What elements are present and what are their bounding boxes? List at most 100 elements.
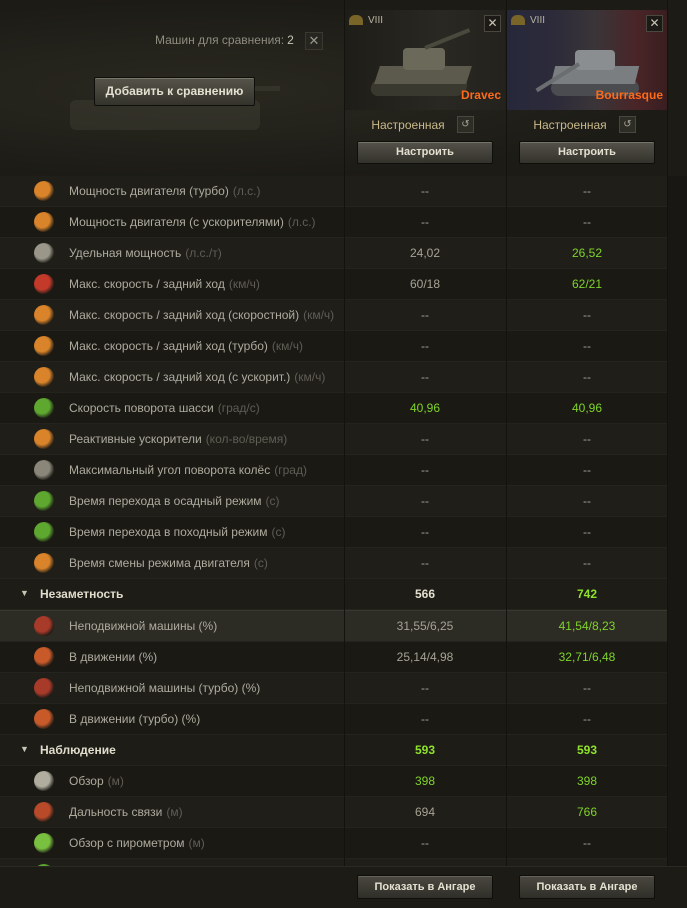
configure-button[interactable]: Настроить bbox=[519, 141, 655, 164]
row-label-text: Неподвижной машины (%) bbox=[69, 619, 218, 633]
show-in-hangar-button[interactable]: Показать в Ангаре bbox=[357, 875, 493, 899]
radio-range-icon bbox=[34, 802, 54, 822]
value-vehicle-2: 766 bbox=[576, 805, 598, 819]
row-label: Неподвижной машины (турбо) (%) bbox=[69, 681, 260, 695]
configure-button[interactable]: Настроить bbox=[357, 141, 493, 164]
compare-count-value: 2 bbox=[287, 33, 294, 47]
value-vehicle-1: 694 bbox=[414, 805, 436, 819]
clear-compare-button[interactable]: ✕ bbox=[305, 32, 323, 50]
row-unit: (с) bbox=[253, 556, 268, 570]
row-unit: (град) bbox=[274, 463, 307, 477]
add-to-compare-button[interactable]: Добавить к сравнению bbox=[94, 77, 255, 106]
value-vehicle-1: 593 bbox=[414, 743, 436, 757]
value-vehicle-1: -- bbox=[421, 184, 429, 198]
wheel-angle-icon bbox=[34, 460, 54, 480]
row-label-text: Макс. скорость / задний ход (с ускорит.) bbox=[69, 370, 291, 384]
row-label: Время смены режима двигателя (с) bbox=[69, 556, 268, 570]
value-part: -- bbox=[583, 712, 591, 726]
row-label: Дальность связи (м) bbox=[69, 805, 183, 819]
table-row: В движении (%) 25,14/4,98 32,71/6,48 bbox=[0, 642, 667, 673]
compare-count-text: Машин для сравнения: bbox=[155, 33, 285, 47]
tier-label: VIII bbox=[511, 15, 545, 26]
rocket-boost-icon bbox=[34, 429, 54, 449]
row-label: Обзор (м) bbox=[69, 774, 124, 788]
premium-badge-icon bbox=[511, 15, 525, 26]
row-label: В движении (турбо) (%) bbox=[69, 712, 200, 726]
vehicle-name: Bourrasque bbox=[595, 88, 663, 102]
config-label: Настроенная bbox=[371, 118, 445, 132]
speed-boost-icon bbox=[34, 367, 54, 387]
section-title: Незаметность bbox=[40, 587, 124, 601]
vehicle-image-1: VIII ✕ Dravec bbox=[345, 10, 505, 110]
row-label-text: Максимальный угол поворота колёс bbox=[69, 463, 271, 477]
row-label-text: Обзор с пирометром bbox=[69, 836, 185, 850]
scrollbar[interactable] bbox=[668, 176, 687, 866]
row-label-text: Время перехода в походный режим bbox=[69, 525, 268, 539]
value-vehicle-2: 62/21 bbox=[571, 277, 603, 291]
section-concealment[interactable]: ▼ Незаметность 566 742 bbox=[0, 579, 667, 610]
value-vehicle-1: 566 bbox=[414, 587, 436, 601]
chevron-down-icon[interactable]: ▼ bbox=[20, 588, 29, 598]
table-row: Скорость поворота шасси (град/с) 40,96 40,9… bbox=[0, 393, 667, 424]
row-label: Время перехода в осадный режим (с) bbox=[69, 494, 280, 508]
value-vehicle-1: 24,02 bbox=[409, 246, 441, 260]
row-unit: (км/ч) bbox=[271, 339, 303, 353]
value-vehicle-2: -- bbox=[583, 215, 591, 229]
view-range-icon bbox=[34, 771, 54, 791]
table-row: Обзор (м) 398 398 bbox=[0, 766, 667, 797]
table-row: Неподвижной машины (турбо) (%) -- -- bbox=[0, 673, 667, 704]
row-unit: (м) bbox=[188, 836, 205, 850]
row-label: Макс. скорость / задний ход (скоростной)… bbox=[69, 308, 334, 322]
value-vehicle-1: -- bbox=[421, 215, 429, 229]
chevron-down-icon[interactable]: ▼ bbox=[20, 744, 29, 754]
section-observation[interactable]: ▼ Наблюдение 593 593 bbox=[0, 735, 667, 766]
stationary-turbo-camo-icon bbox=[34, 678, 54, 698]
row-unit: (м) bbox=[107, 774, 124, 788]
row-unit: (град/с) bbox=[217, 401, 260, 415]
value-part: 41,54 bbox=[558, 619, 589, 633]
value-vehicle-1: -- bbox=[421, 463, 429, 477]
value-vehicle-2: 593 bbox=[576, 743, 598, 757]
value-vehicle-2: -- bbox=[583, 308, 591, 322]
value-vehicle-1: -- bbox=[421, 494, 429, 508]
reset-config-icon[interactable]: ↺ bbox=[457, 116, 474, 133]
value-vehicle-1: 398 bbox=[414, 774, 436, 788]
table-row: Время перехода в осадный режим (с) -- -- bbox=[0, 486, 667, 517]
moving-turbo-camo-icon bbox=[34, 709, 54, 729]
table-row: Удельная мощность (л.с./т) 24,02 26,52 bbox=[0, 238, 667, 269]
value-vehicle-2: -- bbox=[583, 836, 591, 850]
table-row: Обзор с пирометром (м) -- -- bbox=[0, 828, 667, 859]
row-unit: (км/ч) bbox=[294, 370, 326, 384]
reset-config-icon[interactable]: ↺ bbox=[619, 116, 636, 133]
row-label-text: Неподвижной машины (турбо) (%) bbox=[69, 681, 261, 695]
speed-icon bbox=[34, 274, 54, 294]
footer: Показать в Ангаре Показать в Ангаре bbox=[0, 866, 687, 908]
remove-vehicle-button[interactable]: ✕ bbox=[484, 15, 501, 32]
value-vehicle-1: -- bbox=[421, 556, 429, 570]
value-vehicle-2: 26,52 bbox=[571, 246, 603, 260]
table-row: Макс. скорость / задний ход (с ускорит.)… bbox=[0, 362, 667, 393]
row-unit: (км/ч) bbox=[228, 277, 260, 291]
table-row: Максимальный угол поворота колёс (град) --… bbox=[0, 455, 667, 486]
row-unit: (л.с.) bbox=[287, 215, 316, 229]
value-vehicle-2: 32,71/6,48 bbox=[507, 650, 667, 664]
value-part: /8,23 bbox=[588, 619, 616, 633]
pyrometer-view-icon bbox=[34, 833, 54, 853]
value-vehicle-1: 25,14/4,98 bbox=[396, 650, 454, 664]
table-row: Реактивные ускорители (кол-во/время) -- -- bbox=[0, 424, 667, 455]
show-in-hangar-button[interactable]: Показать в Ангаре bbox=[519, 875, 655, 899]
remove-vehicle-button[interactable]: ✕ bbox=[646, 15, 663, 32]
value-vehicle-2: -- bbox=[583, 494, 591, 508]
premium-badge-icon bbox=[349, 15, 363, 26]
row-unit: (км/ч) bbox=[303, 308, 335, 322]
tier-value: VIII bbox=[530, 15, 546, 26]
column-divider bbox=[344, 0, 345, 907]
row-unit: (с) bbox=[265, 494, 280, 508]
engine-turbo-icon bbox=[34, 181, 54, 201]
value-part: 32,71 bbox=[558, 650, 589, 664]
row-label-text: Удельная мощность bbox=[69, 246, 182, 260]
moving-camo-icon bbox=[34, 647, 54, 667]
row-label-text: Скорость поворота шасси bbox=[69, 401, 214, 415]
row-label: Скорость поворота шасси (град/с) bbox=[69, 401, 260, 415]
column-divider bbox=[506, 0, 507, 907]
